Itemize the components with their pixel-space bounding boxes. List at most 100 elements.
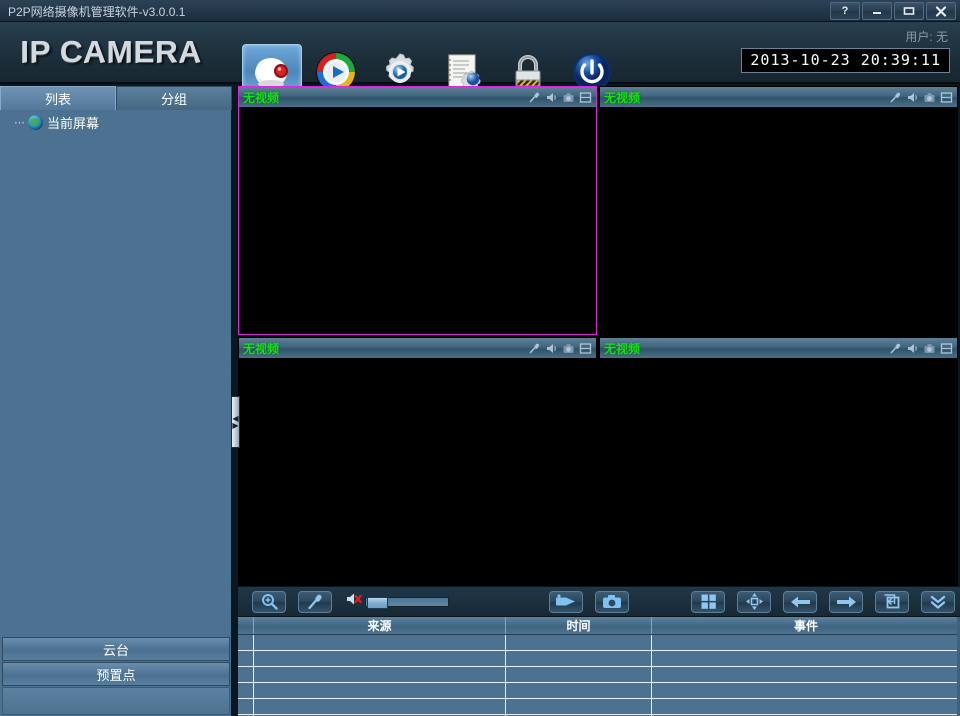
layout-icon[interactable] bbox=[578, 341, 592, 355]
close-icon bbox=[935, 6, 947, 17]
layout-icon[interactable] bbox=[939, 90, 953, 104]
cell-time bbox=[506, 667, 652, 682]
tree-item-label: 当前屏幕 bbox=[47, 113, 99, 132]
preset-button[interactable]: 预置点 bbox=[2, 662, 230, 686]
tree-item-current-screen[interactable]: ⋯ 当前屏幕 bbox=[0, 110, 232, 135]
cell-time bbox=[506, 635, 652, 650]
app-logo: IP CAMERA bbox=[20, 34, 201, 70]
magnifier-icon bbox=[261, 593, 278, 610]
video-panel-4-header: 无视频 bbox=[600, 338, 957, 358]
cell-index bbox=[238, 683, 254, 698]
zoom-button[interactable] bbox=[252, 591, 286, 613]
video-panel-3-title: 无视频 bbox=[239, 340, 279, 357]
video-panel-1[interactable]: 无视频 bbox=[238, 86, 597, 335]
close-button[interactable] bbox=[926, 2, 956, 20]
ptz-button[interactable]: 云台 bbox=[2, 637, 230, 661]
arrow-right-icon bbox=[836, 595, 857, 609]
window-title: P2P网络摄像机管理软件-v3.0.0.1 bbox=[8, 3, 185, 20]
tab-group-label: 分组 bbox=[161, 89, 187, 108]
speaker-icon[interactable] bbox=[905, 341, 919, 355]
mic-icon[interactable] bbox=[888, 341, 902, 355]
cell-source bbox=[254, 635, 506, 650]
splitter-arrow-icon: ◀▶ bbox=[232, 415, 238, 429]
video-control-bar bbox=[238, 586, 960, 616]
cell-time bbox=[506, 699, 652, 714]
minimize-button[interactable] bbox=[862, 2, 892, 20]
mic-icon[interactable] bbox=[888, 90, 902, 104]
snapshot-icon[interactable] bbox=[922, 341, 936, 355]
maximize-button[interactable] bbox=[894, 2, 924, 20]
globe-icon bbox=[28, 115, 43, 130]
snapshot-button[interactable] bbox=[595, 591, 629, 613]
arrow-left-icon bbox=[790, 595, 811, 609]
video-panel-4[interactable]: 无视频 bbox=[599, 337, 958, 586]
loop-icon bbox=[883, 593, 901, 610]
snapshot-icon[interactable] bbox=[922, 90, 936, 104]
talk-button[interactable] bbox=[298, 591, 332, 613]
layout-icon[interactable] bbox=[578, 90, 592, 104]
video-panel-3-icons bbox=[527, 341, 596, 355]
table-row[interactable] bbox=[238, 683, 960, 699]
event-table: 来源 时间 事件 bbox=[238, 616, 960, 716]
layout-icon[interactable] bbox=[939, 341, 953, 355]
speaker-muted-icon[interactable] bbox=[346, 592, 362, 611]
cell-event bbox=[652, 699, 960, 714]
table-row[interactable] bbox=[238, 699, 960, 715]
table-row[interactable] bbox=[238, 667, 960, 683]
mic-icon[interactable] bbox=[527, 90, 541, 104]
minimize-icon bbox=[871, 6, 883, 16]
column-header-time[interactable]: 时间 bbox=[506, 617, 652, 634]
help-button[interactable]: ? bbox=[830, 2, 860, 20]
cell-index bbox=[238, 667, 254, 682]
table-row[interactable] bbox=[238, 651, 960, 667]
grid-4-icon bbox=[700, 593, 717, 610]
sidebar-bottom-buttons: 云台 预置点 bbox=[0, 636, 232, 716]
speaker-icon[interactable] bbox=[544, 341, 558, 355]
fullscreen-button[interactable] bbox=[737, 591, 771, 613]
column-header-index[interactable] bbox=[238, 617, 254, 634]
speaker-icon[interactable] bbox=[905, 90, 919, 104]
cell-index bbox=[238, 699, 254, 714]
volume-slider-knob[interactable] bbox=[367, 597, 388, 609]
tree-connector: ⋯ bbox=[14, 116, 24, 129]
video-panel-2-icons bbox=[888, 90, 957, 104]
maximize-icon bbox=[902, 6, 916, 16]
column-header-event[interactable]: 事件 bbox=[652, 617, 960, 634]
next-button[interactable] bbox=[829, 591, 863, 613]
mic-icon[interactable] bbox=[527, 341, 541, 355]
cell-index bbox=[238, 651, 254, 666]
cell-index bbox=[238, 635, 254, 650]
snapshot-icon[interactable] bbox=[561, 341, 575, 355]
sidebar-panel-placeholder bbox=[2, 687, 230, 715]
cell-time bbox=[506, 651, 652, 666]
video-panel-1-header: 无视频 bbox=[239, 87, 596, 107]
video-panel-2[interactable]: 无视频 bbox=[599, 86, 958, 335]
layout-button[interactable] bbox=[691, 591, 725, 613]
video-panel-3[interactable]: 无视频 bbox=[238, 337, 597, 586]
tab-list[interactable]: 列表 bbox=[0, 86, 116, 110]
event-table-body bbox=[238, 635, 960, 716]
video-grid: 无视频 bbox=[238, 86, 958, 586]
record-icon bbox=[555, 594, 577, 609]
cell-event bbox=[652, 683, 960, 698]
volume-slider[interactable] bbox=[365, 597, 449, 607]
video-panel-2-title: 无视频 bbox=[600, 89, 640, 106]
cell-source bbox=[254, 699, 506, 714]
help-icon: ? bbox=[842, 5, 849, 17]
sidebar-splitter[interactable]: ◀▶ bbox=[231, 396, 240, 448]
camera-icon bbox=[602, 594, 622, 609]
window-controls: ? bbox=[830, 2, 956, 20]
snapshot-icon[interactable] bbox=[561, 90, 575, 104]
tab-group[interactable]: 分组 bbox=[116, 86, 232, 110]
datetime-display: 2013-10-23 20:39:11 bbox=[741, 48, 950, 73]
column-header-source[interactable]: 来源 bbox=[254, 617, 506, 634]
device-tree: ⋯ 当前屏幕 bbox=[0, 110, 232, 135]
record-button[interactable] bbox=[549, 591, 583, 613]
speaker-icon[interactable] bbox=[544, 90, 558, 104]
cell-event bbox=[652, 635, 960, 650]
cycle-button[interactable] bbox=[875, 591, 909, 613]
table-row[interactable] bbox=[238, 635, 960, 651]
collapse-button[interactable] bbox=[921, 591, 955, 613]
prev-button[interactable] bbox=[783, 591, 817, 613]
event-table-header: 来源 时间 事件 bbox=[238, 617, 960, 635]
